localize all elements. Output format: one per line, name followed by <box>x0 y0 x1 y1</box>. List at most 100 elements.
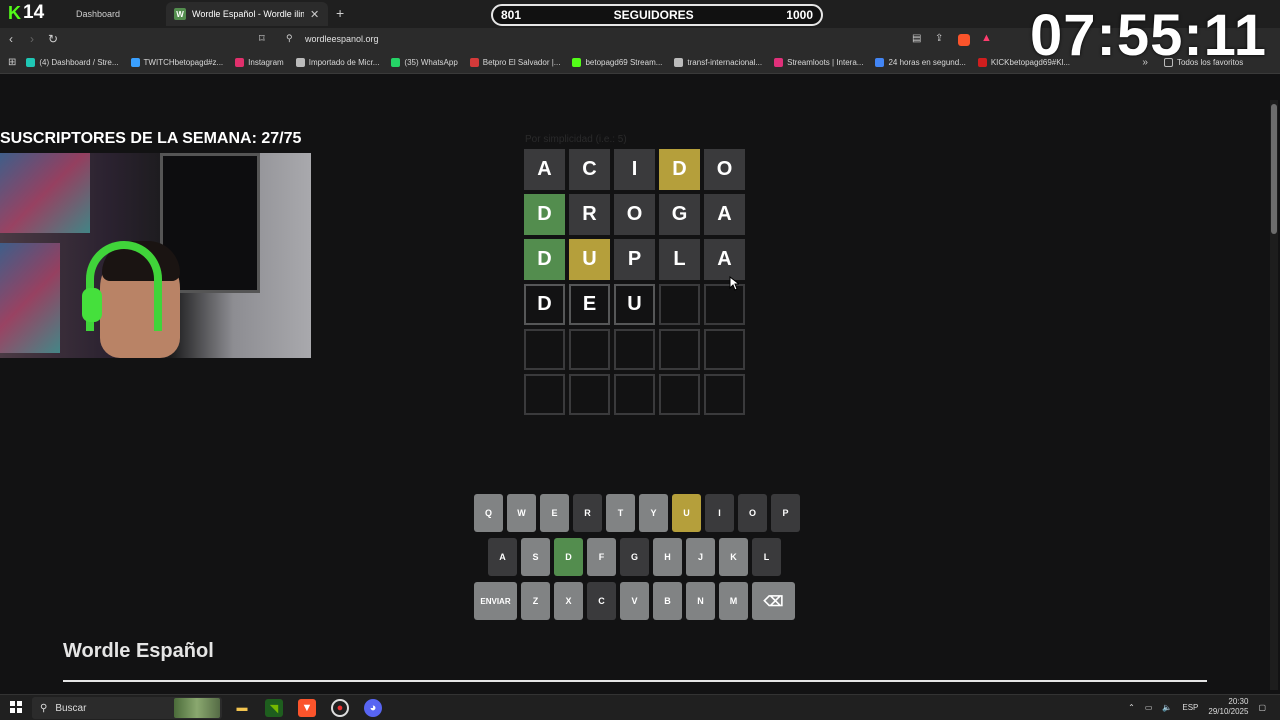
taskbar-clock[interactable]: 20:30 29/10/2025 <box>1208 697 1248 717</box>
key-m[interactable]: M <box>719 582 748 620</box>
bookmark-label: transf-internacional... <box>687 58 763 67</box>
close-tab-icon[interactable]: ✕ <box>310 8 319 21</box>
windows-start-icon[interactable] <box>10 701 22 713</box>
board-tile <box>614 374 655 415</box>
key-e[interactable]: E <box>540 494 569 532</box>
key-n[interactable]: N <box>686 582 715 620</box>
tab-dashboard[interactable]: Dashboard <box>30 2 164 26</box>
volume-icon[interactable]: 🔈 <box>1162 703 1172 712</box>
board-tile: P <box>614 239 655 280</box>
taskbar-search[interactable]: ⚲ Buscar <box>32 697 222 719</box>
enter-key[interactable]: ENVIAR <box>474 582 517 620</box>
scrollbar-thumb[interactable] <box>1271 104 1277 234</box>
tab-label: Dashboard <box>76 9 121 19</box>
new-tab-button[interactable]: + <box>336 5 344 21</box>
key-w[interactable]: W <box>507 494 536 532</box>
backspace-key[interactable]: ⌫ <box>752 582 795 620</box>
bookmark-favicon-icon <box>572 58 582 67</box>
brave-shields-icon[interactable] <box>958 34 970 46</box>
forward-icon[interactable]: › <box>30 32 34 46</box>
key-k[interactable]: K <box>719 538 748 576</box>
key-h[interactable]: H <box>653 538 682 576</box>
share-icon[interactable]: ⇪ <box>935 33 943 44</box>
board-tile <box>569 374 610 415</box>
bookmark-item[interactable]: (35) WhatsApp <box>391 58 458 67</box>
board-tile <box>524 329 565 370</box>
bookmark-item[interactable]: Betpro El Salvador |... <box>469 58 560 67</box>
tab-wordle[interactable]: W Wordle Español - Wordle ilimitado ✕ <box>166 2 328 26</box>
board-tile <box>614 329 655 370</box>
keyboard-row: ENVIAR Z X C V B N M ⌫ <box>474 582 795 620</box>
board-tile: D <box>659 149 700 190</box>
key-a[interactable]: A <box>488 538 517 576</box>
brave-browser-icon[interactable]: ▼ <box>298 699 316 717</box>
bookmark-label: 24 horas en segund... <box>888 58 966 67</box>
apps-grid-icon[interactable]: ⊞ <box>8 57 16 68</box>
bookmark-favicon-icon <box>130 58 140 67</box>
bookmark-item[interactable]: TWITCHbetopagd#z... <box>130 58 224 67</box>
key-g[interactable]: G <box>620 538 649 576</box>
back-icon[interactable]: ‹ <box>9 32 13 46</box>
bookmark-favicon-icon <box>391 58 401 67</box>
bookmark-label: TWITCHbetopagd#z... <box>143 58 224 67</box>
key-r[interactable]: R <box>573 494 602 532</box>
discord-icon[interactable]: ◕ <box>364 699 382 717</box>
key-v[interactable]: V <box>620 582 649 620</box>
language-indicator[interactable]: ESP <box>1182 703 1198 712</box>
key-p[interactable]: P <box>771 494 800 532</box>
bookmark-favicon-icon <box>774 58 784 67</box>
brave-rewards-icon[interactable]: ▲ <box>981 32 992 44</box>
key-j[interactable]: J <box>686 538 715 576</box>
reader-mode-icon[interactable]: ▤ <box>912 33 921 44</box>
bookmark-item[interactable]: Streamloots | Intera... <box>774 58 863 67</box>
url-input[interactable]: wordleespanol.org <box>305 34 379 44</box>
key-d[interactable]: D <box>554 538 583 576</box>
key-s[interactable]: S <box>521 538 550 576</box>
bookmark-item[interactable]: betopagd69 Stream... <box>572 58 662 67</box>
nvidia-icon[interactable]: ◥ <box>265 699 283 717</box>
key-o[interactable]: O <box>738 494 767 532</box>
board-tile: D <box>524 284 565 325</box>
key-u[interactable]: U <box>672 494 701 532</box>
kick-logo-icon: K <box>8 2 21 23</box>
key-l[interactable]: L <box>752 538 781 576</box>
bookmark-favicon-icon <box>295 58 305 67</box>
webcam-feed <box>0 153 311 358</box>
obs-icon[interactable]: ● <box>331 699 349 717</box>
file-explorer-icon[interactable]: ▬ <box>233 699 251 717</box>
bookmark-item[interactable]: Importado de Micr... <box>295 58 379 67</box>
search-icon: ⚲ <box>40 702 48 714</box>
tab-label: Wordle Español - Wordle ilimitado <box>192 9 304 19</box>
board-tile: C <box>569 149 610 190</box>
bookmark-list: (4) Dashboard / Stre... TWITCHbetopagd#z.… <box>26 58 1136 67</box>
key-f[interactable]: F <box>587 538 616 576</box>
bookmark-item[interactable]: Instagram <box>235 58 284 67</box>
bookmark-item[interactable]: transf-internacional... <box>674 58 762 67</box>
network-icon[interactable]: ▭ <box>1145 703 1153 712</box>
key-t[interactable]: T <box>606 494 635 532</box>
bookmark-favicon-icon <box>26 58 36 67</box>
game-hint-text: Por simplicidad (i.e.: 5) <box>525 134 627 145</box>
wordle-favicon-icon: W <box>174 8 186 20</box>
followers-goal-bar: 801 SEGUIDORES 1000 <box>491 4 823 26</box>
key-q[interactable]: Q <box>474 494 503 532</box>
reload-icon[interactable]: ↻ <box>48 32 58 46</box>
key-b[interactable]: B <box>653 582 682 620</box>
notifications-icon[interactable]: ▢ <box>1258 703 1266 712</box>
site-info-icon[interactable]: ⚲ <box>286 33 293 44</box>
key-y[interactable]: Y <box>639 494 668 532</box>
key-z[interactable]: Z <box>521 582 550 620</box>
chevron-up-icon[interactable]: ⌃ <box>1128 703 1135 712</box>
board-tile: D <box>524 194 565 235</box>
bookmark-label: Instagram <box>248 58 284 67</box>
followers-goal: 1000 <box>786 8 813 22</box>
board-tile: A <box>704 239 745 280</box>
board-tile: E <box>569 284 610 325</box>
bookmark-item[interactable]: (4) Dashboard / Stre... <box>26 58 119 67</box>
key-x[interactable]: X <box>554 582 583 620</box>
key-c[interactable]: C <box>587 582 616 620</box>
bookmark-icon[interactable]: ⌑ <box>259 32 265 45</box>
wall-poster <box>0 243 60 353</box>
key-i[interactable]: I <box>705 494 734 532</box>
bookmark-item[interactable]: 24 horas en segund... <box>875 58 966 67</box>
